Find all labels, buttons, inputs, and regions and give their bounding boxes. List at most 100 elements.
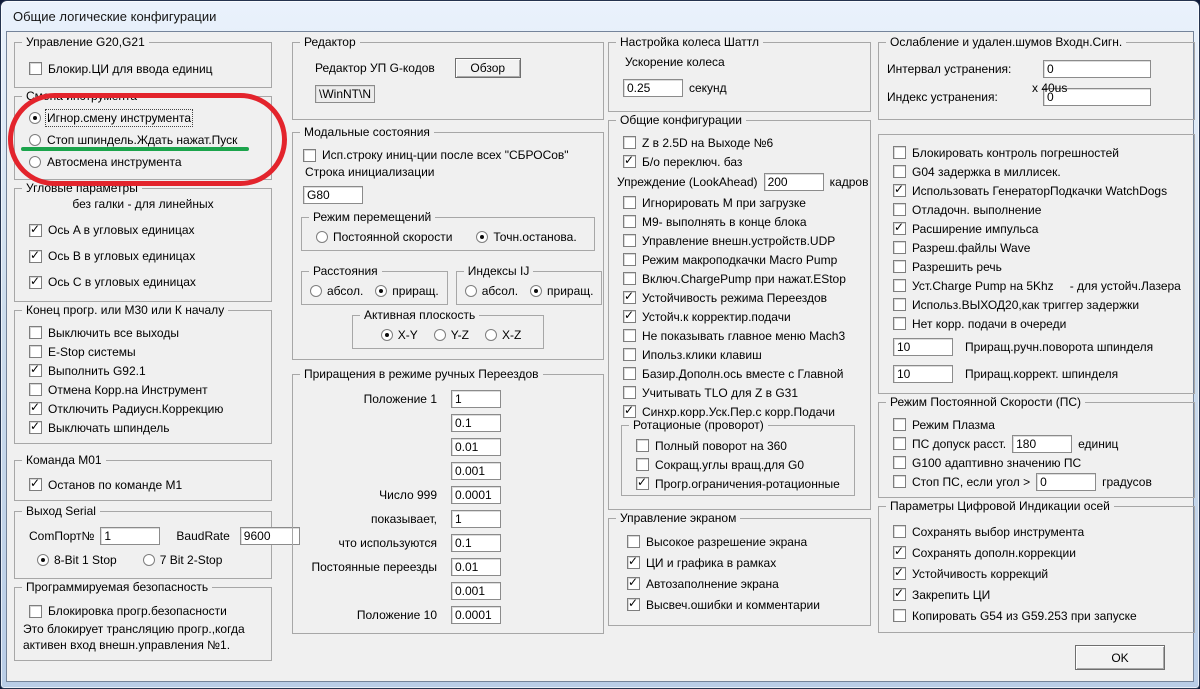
cv-dist-checkbox[interactable] — [893, 437, 906, 450]
jog-step-6-input[interactable] — [451, 510, 501, 528]
copy-g54-from-g59-checkbox[interactable] — [893, 609, 906, 622]
rot-360-checkbox[interactable] — [636, 439, 649, 452]
spindle-ovr-incr-input[interactable] — [893, 364, 953, 383]
bits-8-1-option[interactable]: 8-Bit 1 Stop — [37, 553, 117, 567]
axis-c-angular-row[interactable]: ✓ Ось C в угловых единицах — [23, 269, 263, 295]
persist-tool-selection-checkbox[interactable] — [893, 525, 906, 538]
ok-button[interactable]: OK — [1075, 645, 1165, 670]
disable-gouge-check-row[interactable]: Блокировать контроль погрешностей — [887, 143, 1186, 162]
rot-shortest-g0-checkbox[interactable] — [636, 458, 649, 471]
exact-stop-radio[interactable] — [476, 231, 489, 243]
allow-speech-row[interactable]: Разрешить речь — [887, 257, 1186, 276]
output20-trigger-row[interactable]: Использ.ВЫХОД20,как триггер задержки — [887, 295, 1186, 314]
sync-rapid-feed-corr-checkbox[interactable]: ✓ — [623, 404, 636, 418]
jog-step-5-input[interactable] — [451, 486, 501, 504]
g100-adaptive-row[interactable]: G100 адаптивно значению ПС — [887, 453, 1186, 472]
plane-xz-option[interactable]: X-Z — [484, 328, 521, 342]
lock-dro-units-checkbox[interactable] — [29, 62, 42, 75]
wheel-accel-input[interactable] — [623, 79, 683, 97]
dist-abs-option[interactable]: абсол. — [310, 284, 363, 298]
ij-inc-radio[interactable] — [530, 285, 543, 297]
chargepump-5khz-row[interactable]: Уст.Charge Pump на 5Khz - для устойч.Лазе… — [887, 276, 1186, 295]
udp-control-checkbox[interactable] — [623, 234, 636, 247]
lock-dro-units-row[interactable]: Блокир.ЦИ для ввода единиц — [23, 59, 263, 78]
tlo-in-g31-checkbox[interactable] — [623, 386, 636, 399]
prog-safety-lock-checkbox[interactable] — [29, 604, 42, 618]
init-string-input[interactable] — [303, 186, 363, 204]
lock-dro-checkbox[interactable]: ✓ — [893, 587, 906, 601]
boxed-dro-graphics-row[interactable]: ✓ ЦИ и графика в рамках — [617, 552, 862, 573]
jog-step-4-input[interactable] — [451, 462, 501, 480]
g04-dwell-ms-row[interactable]: G04 задержка в миллисек. — [887, 162, 1186, 181]
m9-end-of-block-checkbox[interactable] — [623, 215, 636, 228]
copy-g54-from-g59-row[interactable]: Копировать G54 из G59.253 при запуске — [887, 605, 1186, 626]
z-2-5d-output6-checkbox[interactable] — [623, 136, 636, 149]
prog-safety-lock-row[interactable]: Блокировка прогр.безопасности — [23, 600, 263, 622]
ignore-tool-change-radio[interactable] — [29, 112, 41, 124]
window-titlebar[interactable]: Общие логические конфигурации — [1, 1, 1199, 31]
auto-tool-change-row[interactable]: Автосмена инструмента — [23, 151, 263, 173]
allow-speech-checkbox[interactable] — [893, 260, 906, 273]
disable-radius-comp-checkbox[interactable]: ✓ — [29, 401, 42, 415]
persist-tool-selection-row[interactable]: Сохранять выбор инструмента — [887, 521, 1186, 542]
offsets-persistent-row[interactable]: ✓ Устойчивость коррекций — [887, 563, 1186, 584]
jog-step-1-input[interactable] — [451, 390, 501, 408]
turn-off-outputs-row[interactable]: Выключить все выходы — [23, 323, 263, 342]
jog-step-8-input[interactable] — [451, 558, 501, 576]
pulse-widening-checkbox[interactable]: ✓ — [893, 221, 906, 235]
m9-end-of-block-row[interactable]: M9- выполнять в конце блока — [617, 212, 862, 231]
plane-xy-radio[interactable] — [380, 329, 393, 341]
udp-control-row[interactable]: Управление внешн.устройств.UDP — [617, 231, 862, 250]
dist-abs-radio[interactable] — [310, 285, 322, 297]
stop-spindle-wait-start-row[interactable]: Стоп шпиндель.Ждать нажат.Пуск — [23, 129, 263, 151]
cv-dist-row[interactable]: ПС допуск расст. единиц — [887, 434, 1186, 453]
disable-radius-comp-row[interactable]: ✓ Отключить Радиусн.Коррекцию — [23, 399, 263, 418]
cancel-tool-offset-row[interactable]: Отмена Корр.на Инструмент — [23, 380, 263, 399]
axis-a-angular-checkbox[interactable]: ✓ — [29, 222, 42, 237]
jog-step-3-input[interactable] — [451, 438, 501, 456]
ij-abs-radio[interactable] — [464, 285, 477, 297]
stop-on-m1-checkbox[interactable]: ✓ — [29, 477, 42, 491]
turn-off-spindle-row[interactable]: ✓ Выключать шпиндель — [23, 418, 263, 437]
jog-mode-persist-row[interactable]: ✓ Устойчивость режима Переездов — [617, 288, 862, 307]
g04-dwell-ms-checkbox[interactable] — [893, 165, 906, 178]
use-key-clicks-checkbox[interactable] — [623, 348, 636, 361]
ij-abs-option[interactable]: абсол. — [464, 284, 518, 298]
cv-dist-input[interactable] — [1012, 434, 1073, 453]
lock-dro-row[interactable]: ✓ Закрепить ЦИ — [887, 584, 1186, 605]
home-safe-checkbox[interactable]: ✓ — [623, 154, 636, 168]
z-2-5d-output6-row[interactable]: Z в 2.5D на Выходе №6 — [617, 133, 862, 152]
auto-screen-enlarge-checkbox[interactable]: ✓ — [627, 576, 640, 590]
hi-res-screen-row[interactable]: Высокое разрешение экрана — [617, 531, 862, 552]
perform-g92-1-row[interactable]: ✓ Выполнить G92.1 — [23, 361, 263, 380]
allow-wave-files-row[interactable]: Разреш.файлы Wave — [887, 238, 1186, 257]
plane-yz-option[interactable]: Y-Z — [433, 328, 469, 342]
use-init-string-row[interactable]: Исп.строку иниц-ции после всех "СБРОСов" — [301, 145, 595, 165]
estop-system-checkbox[interactable] — [29, 345, 42, 358]
pulse-widening-row[interactable]: ✓ Расширение импульса — [887, 219, 1186, 238]
rot-soft-limits-row[interactable]: ✓ Прогр.ограничения-ротационные — [630, 474, 846, 493]
com-port-input[interactable] — [100, 527, 161, 545]
jog-mode-persist-checkbox[interactable]: ✓ — [623, 290, 636, 304]
auto-tool-change-radio[interactable] — [29, 156, 41, 168]
axis-a-angular-row[interactable]: ✓ Ось A в угловых единицах — [23, 217, 263, 243]
feed-override-persist-checkbox[interactable]: ✓ — [623, 309, 636, 323]
exact-stop-option[interactable]: Точн.останова. — [476, 230, 577, 244]
debug-run-row[interactable]: Отладочн. выполнение — [887, 200, 1186, 219]
axis-b-angular-checkbox[interactable]: ✓ — [29, 248, 42, 263]
home-safe-row[interactable]: ✓ Б/о переключ. баз — [617, 152, 862, 171]
bits-7-2-radio[interactable] — [142, 554, 155, 566]
tlo-in-g31-row[interactable]: Учитывать TLO для Z в G31 — [617, 383, 862, 402]
turn-off-spindle-checkbox[interactable]: ✓ — [29, 420, 42, 434]
plane-xy-option[interactable]: X-Y — [380, 328, 418, 342]
use-init-string-checkbox[interactable] — [303, 148, 316, 162]
disable-gouge-check-checkbox[interactable] — [893, 146, 906, 159]
estop-system-row[interactable]: E-Stop системы — [23, 342, 263, 361]
no-system-menu-row[interactable]: Не показывать главное меню Mach3 — [617, 326, 862, 345]
persist-extra-offsets-row[interactable]: ✓ Сохранять дополн.коррекции — [887, 542, 1186, 563]
flash-errors-row[interactable]: ✓ Высвеч.ошибки и комментарии — [617, 594, 862, 615]
ignore-tool-change-row[interactable]: Игнор.смену инструмента — [23, 107, 263, 129]
rot-360-row[interactable]: Полный поворот на 360 — [630, 436, 846, 455]
g100-adaptive-checkbox[interactable] — [893, 456, 906, 469]
constant-velocity-radio[interactable] — [316, 231, 328, 243]
